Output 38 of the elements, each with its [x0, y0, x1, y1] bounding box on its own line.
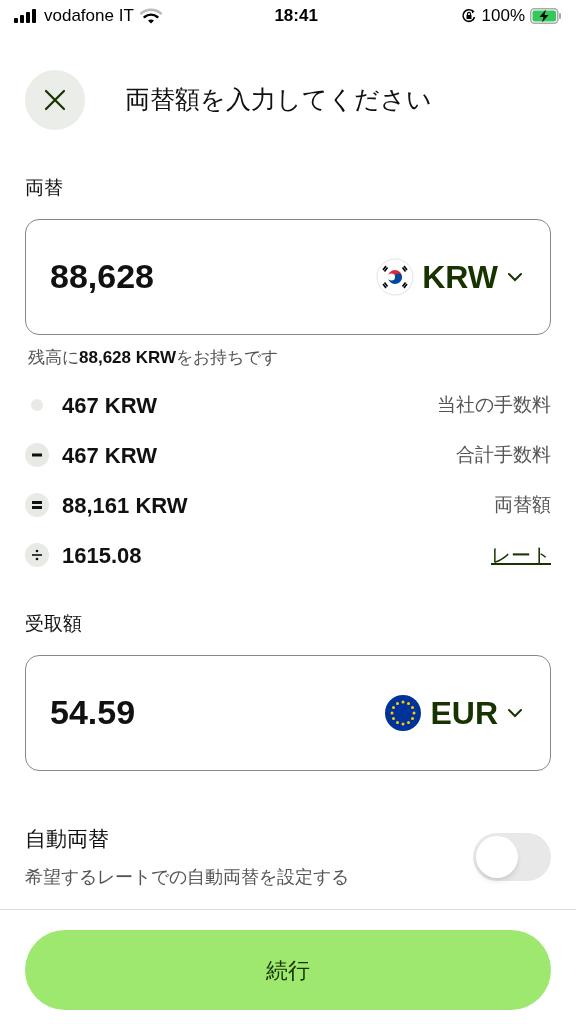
dot-icon — [30, 398, 44, 412]
currency-selector[interactable]: EUR — [384, 688, 524, 737]
amount-field[interactable]: 88,628 KRW — [25, 218, 551, 335]
currency-selector[interactable]: KRW — [376, 252, 524, 301]
amount-value: 54.59 — [50, 692, 136, 733]
rotation-lock-icon — [460, 8, 477, 24]
amount-text: 467 KRW — [62, 391, 157, 420]
equals-icon — [25, 493, 49, 517]
amount-value: 88,628 — [50, 256, 154, 297]
continue-button[interactable]: 続行 — [25, 930, 551, 1010]
page-title: 両替額を入力してください — [125, 84, 432, 116]
wifi-icon — [139, 8, 162, 24]
balance-note: 残高に88,628 KRWをお持ちです — [27, 346, 279, 369]
minus-icon — [25, 443, 49, 467]
battery-percent: 100% — [481, 5, 525, 28]
flag-icon — [376, 257, 415, 296]
battery-charging-icon — [530, 8, 562, 24]
carrier-name: vodafone IT — [44, 5, 134, 28]
amount-field[interactable]: 54.59 EUR — [25, 654, 551, 771]
chevron-down-icon — [506, 270, 524, 283]
close-icon — [44, 89, 66, 111]
amount-text: 88,161 KRW — [62, 491, 188, 520]
setting-description: 希望するレートでの自動両替を設定する — [25, 866, 349, 889]
rate-link[interactable]: レート — [491, 540, 551, 570]
fee-label: 両替額 — [494, 492, 551, 517]
chevron-down-icon — [506, 706, 524, 719]
fee-label: 合計手数料 — [456, 442, 551, 467]
amount-text: 1615.08 — [62, 541, 142, 570]
amount-text: 467 KRW — [62, 441, 157, 470]
setting-title: 自動両替 — [25, 825, 110, 852]
section-label: 受取額 — [24, 612, 83, 636]
section-label: 両替 — [24, 176, 64, 200]
fee-label: 当社の手数料 — [437, 392, 551, 417]
toggle-switch[interactable] — [473, 832, 551, 881]
clock-time: 18:41 — [274, 5, 318, 28]
divide-icon — [25, 543, 49, 567]
flag-icon — [384, 693, 423, 732]
signal-icon — [14, 9, 38, 23]
